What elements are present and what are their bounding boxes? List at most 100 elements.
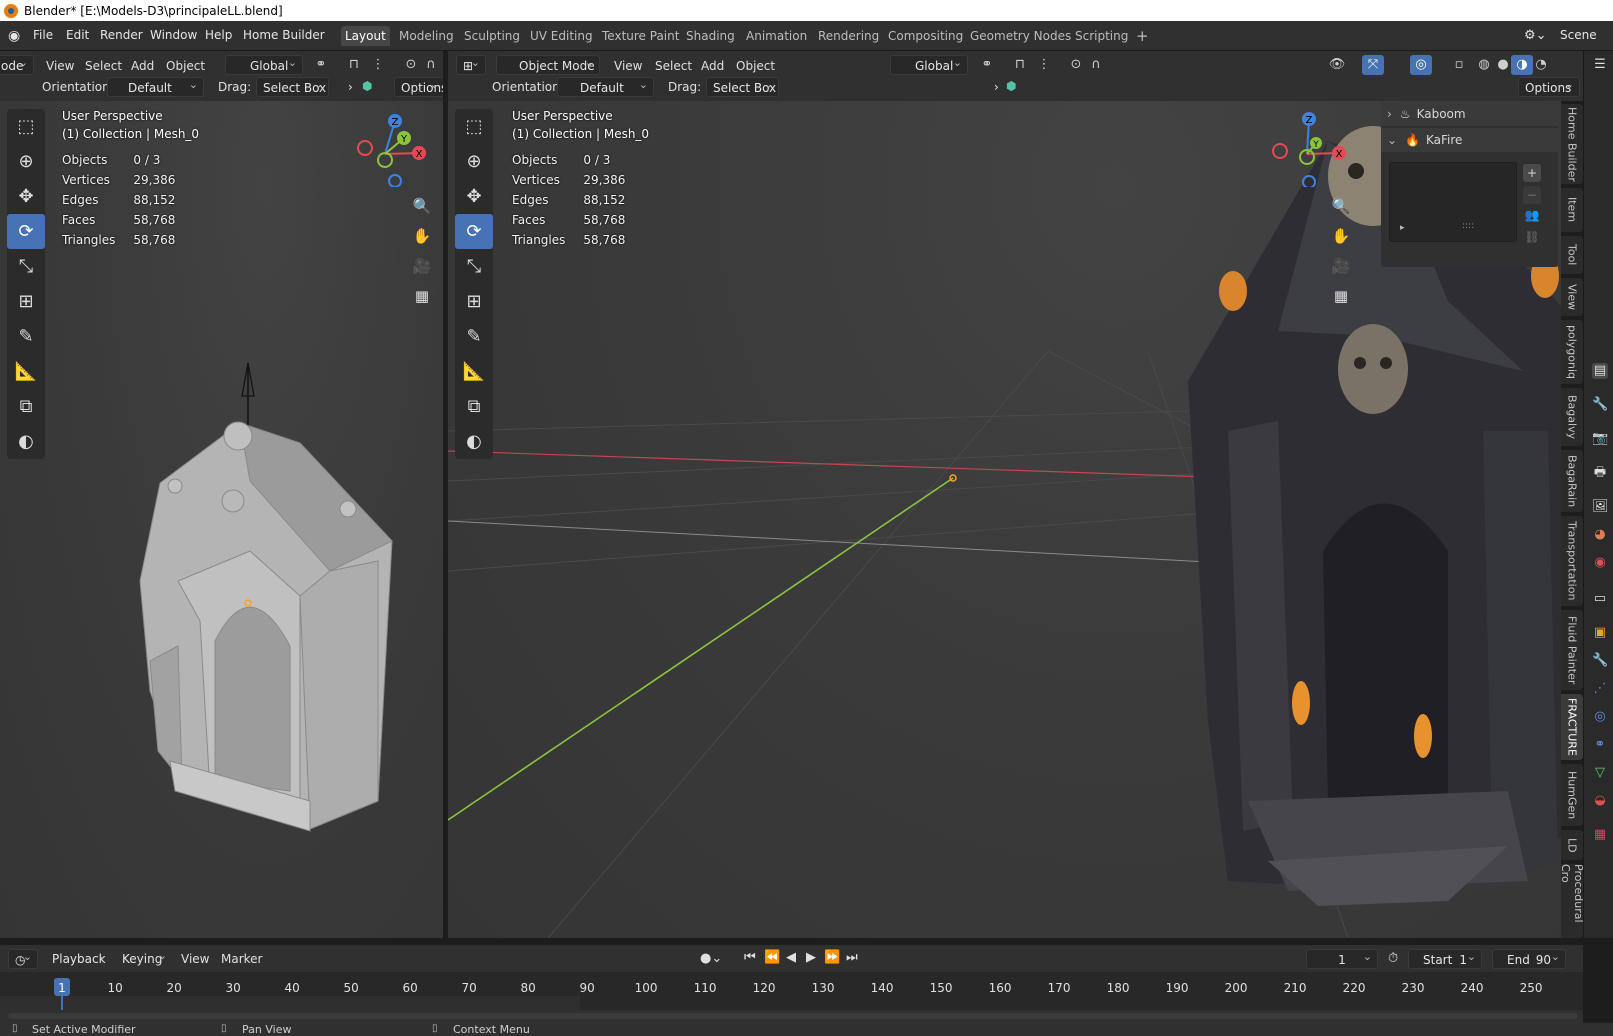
tab-bagarain[interactable]: BagaRain [1561, 450, 1583, 512]
list-expand-icon[interactable]: ▸ [1400, 223, 1405, 233]
tab-tool[interactable]: Tool [1561, 236, 1583, 274]
object-properties-icon[interactable]: ▣ [1592, 625, 1608, 641]
rotate-tool-icon[interactable]: ⟳ [7, 214, 45, 249]
tab-procedural[interactable]: Procedural Cro [1561, 864, 1583, 938]
constraints-icon[interactable]: ⚭ [1592, 737, 1608, 753]
next-keyframe-icon[interactable]: ⏩ [824, 950, 840, 965]
world-properties-icon[interactable]: ◉ [1592, 555, 1608, 571]
view-layer-icon[interactable]: 🖼 [1592, 499, 1609, 515]
left-options-button[interactable]: Options [394, 75, 447, 97]
properties-menu-icon[interactable]: ☰ [1592, 57, 1608, 73]
physics-icon[interactable]: ◎ [1592, 709, 1608, 725]
scene-properties-icon[interactable]: ◕ [1592, 527, 1608, 543]
object-mode-dropdown[interactable]: Object Mode [496, 53, 600, 75]
main-transform-dropdown[interactable]: Global [890, 53, 968, 75]
main-falloff-icon[interactable]: ∩ [1085, 55, 1107, 75]
timeline-divider[interactable] [0, 938, 1613, 945]
left-falloff-icon[interactable]: ∩ [420, 55, 442, 75]
start-frame-field[interactable]: Start 1 [1408, 947, 1482, 969]
editor-type-dropdown[interactable]: ⊞ [456, 53, 486, 75]
main-menu-object[interactable]: Object [736, 59, 775, 73]
kafire-list[interactable]: ▸ :::: [1389, 162, 1517, 242]
left-zoom-icon[interactable]: 🔍 [409, 193, 435, 219]
main-select-box-tool-icon[interactable]: ⬚ [455, 109, 493, 144]
tab-fracture[interactable]: FRACTURE [1561, 694, 1583, 760]
tab-rendering[interactable]: Rendering [814, 26, 883, 46]
jump-start-icon[interactable]: ⏮ [744, 950, 756, 965]
prev-keyframe-icon[interactable]: ⏪ [764, 950, 780, 965]
menu-help[interactable]: Help [205, 28, 232, 42]
left-drag-dropdown[interactable]: Select Box [256, 75, 329, 97]
end-frame-field[interactable]: End 90 [1492, 947, 1566, 969]
tab-view[interactable]: View [1561, 278, 1583, 316]
main-snap-icon[interactable]: ⊓ [1009, 55, 1031, 75]
gizmo-toggle-icon[interactable]: ⤧ [1362, 55, 1384, 75]
timeline-editor-type[interactable]: ◷ [8, 947, 38, 969]
material-properties-icon[interactable]: ◒ [1592, 793, 1608, 809]
main-menu-select[interactable]: Select [655, 59, 692, 73]
main-rotate-tool-icon[interactable]: ⟳ [455, 214, 493, 249]
main-move-tool-icon[interactable]: ✥ [455, 179, 493, 214]
auto-keying-record-icon[interactable]: ●⌄ [700, 951, 722, 966]
main-menu-add[interactable]: Add [701, 59, 724, 73]
preview-range-icon[interactable]: ⏱ [1388, 951, 1398, 966]
menu-render[interactable]: Render [100, 28, 143, 42]
timeline-menu-playback[interactable]: Playback [46, 946, 112, 969]
left-menu-select[interactable]: Select [85, 59, 122, 73]
panel-kafire[interactable]: ⌄ 🔥 KaFire [1381, 128, 1558, 152]
menu-window[interactable]: Window [150, 28, 197, 42]
main-camera-view-icon[interactable]: 🎥 [1328, 253, 1354, 279]
main-proportional-icon[interactable]: ⊙ [1065, 55, 1087, 75]
left-transform-dropdown[interactable]: Global [225, 53, 303, 75]
main-extra-tool-icon[interactable]: ◐ [455, 424, 493, 459]
main-menu-view[interactable]: View [614, 59, 642, 73]
tab-texture-paint[interactable]: Texture Paint [598, 26, 683, 46]
list-resize-handle[interactable]: :::: [1462, 221, 1474, 231]
render-properties-icon[interactable]: 📷 [1592, 431, 1608, 447]
list-link-icon[interactable]: ⛓ [1523, 230, 1541, 248]
left-ortho-grid-icon[interactable]: ▦ [409, 283, 435, 309]
main-orientation-dropdown[interactable]: Default [557, 75, 654, 97]
texture-properties-icon[interactable]: ▦ [1592, 827, 1608, 843]
overlay-toggle-icon[interactable]: ◎ [1410, 55, 1432, 75]
timeline-scrollbar[interactable] [8, 1013, 1578, 1019]
main-drag-dropdown[interactable]: Select Box [706, 75, 779, 97]
timeline-menu-view[interactable]: View [181, 952, 209, 966]
timeline-menu-marker[interactable]: Marker [221, 952, 262, 966]
transform-tool-icon[interactable]: ⊞ [7, 284, 45, 319]
main-add-cube-tool-icon[interactable]: ⧉ [455, 389, 493, 424]
tab-home-builder[interactable]: Home Builder [1561, 104, 1583, 184]
annotate-tool-icon[interactable]: ✎ [7, 319, 45, 354]
tab-geometry-nodes[interactable]: Geometry Nodes [966, 26, 1075, 46]
main-ortho-grid-icon[interactable]: ▦ [1328, 283, 1354, 309]
tab-layout[interactable]: Layout [341, 26, 390, 46]
cursor-tool-icon[interactable]: ⊕ [7, 144, 45, 179]
main-measure-tool-icon[interactable]: 📐 [455, 354, 493, 389]
tab-item[interactable]: Item [1561, 188, 1583, 232]
tool-properties-icon[interactable]: 🔧 [1592, 397, 1608, 413]
properties-options-icon[interactable]: ▤ [1592, 363, 1608, 379]
list-remove-button[interactable]: − [1523, 186, 1541, 204]
panel-kaboom[interactable]: › ♨ Kaboom [1381, 102, 1558, 126]
scale-tool-icon[interactable]: ⤡ [7, 249, 45, 284]
tab-compositing[interactable]: Compositing [884, 26, 967, 46]
select-box-tool-icon[interactable]: ⬚ [7, 109, 45, 144]
move-tool-icon[interactable]: ✥ [7, 179, 45, 214]
tab-ld[interactable]: LD [1561, 830, 1583, 860]
play-icon[interactable]: ▶ [806, 950, 816, 965]
left-snap-icon[interactable]: ⊓ [343, 55, 365, 75]
tab-animation[interactable]: Animation [742, 26, 811, 46]
main-pan-hand-icon[interactable]: ✋ [1328, 223, 1354, 249]
object-data-icon[interactable]: ▽ [1592, 765, 1608, 781]
menu-edit[interactable]: Edit [66, 28, 89, 42]
play-reverse-icon[interactable]: ◀ [786, 950, 796, 965]
modifier-properties-icon[interactable]: 🔧 [1592, 653, 1608, 669]
tab-scripting[interactable]: Scripting [1071, 26, 1132, 46]
particles-icon[interactable]: ⋰ [1592, 681, 1608, 697]
timeline-menu-keying[interactable]: Keying [116, 946, 172, 969]
tab-humgen[interactable]: HumGen [1561, 764, 1583, 826]
tab-transportation[interactable]: Transportation [1561, 516, 1583, 606]
blender-menu-icon[interactable]: ◉ [8, 28, 20, 44]
tab-bagalvy[interactable]: Bagalvy [1561, 388, 1583, 446]
tab-polygoniq[interactable]: polygoniq [1561, 320, 1583, 384]
